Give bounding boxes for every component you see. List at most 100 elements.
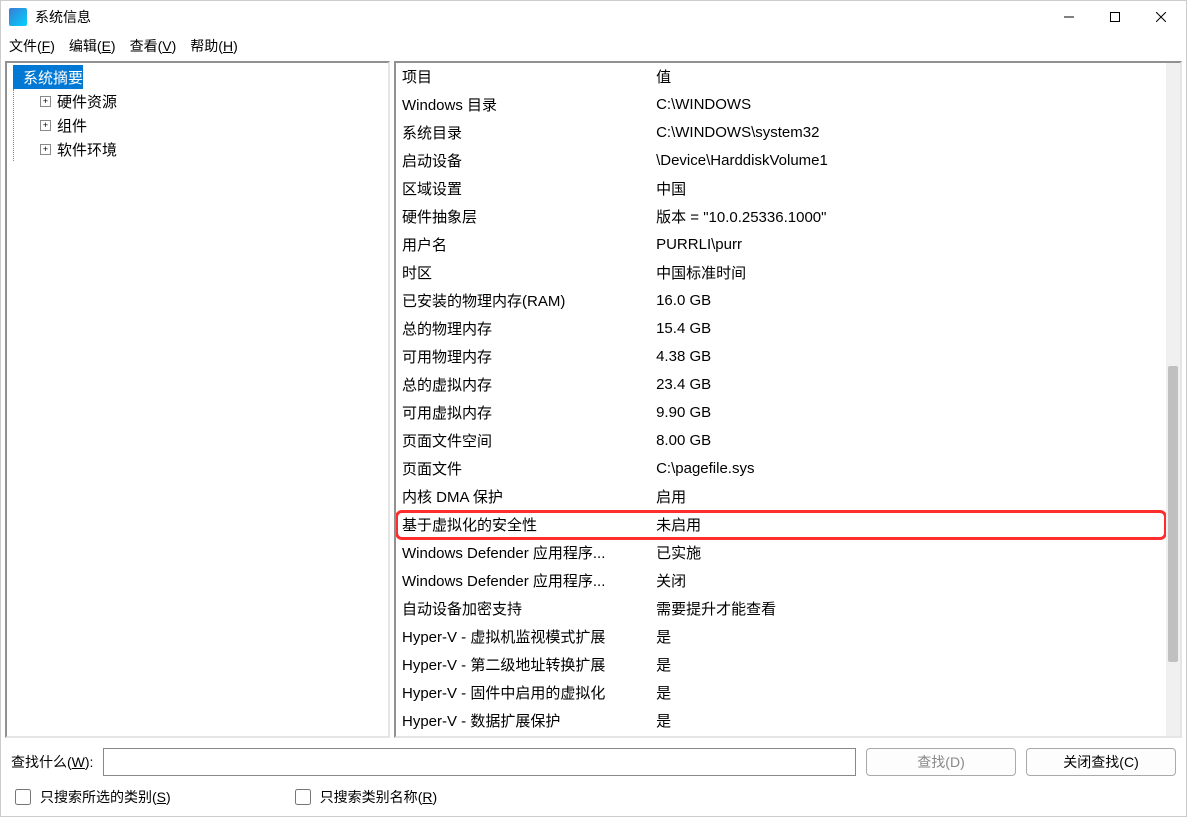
cell-item: 页面文件 xyxy=(396,455,650,483)
tree-item[interactable]: + 硬件资源 xyxy=(24,89,388,113)
close-icon xyxy=(1156,12,1166,22)
close-find-button[interactable]: 关闭查找(C) xyxy=(1026,748,1176,776)
cell-value: 需要提升才能查看 xyxy=(650,595,1166,623)
cell-value: \Device\HarddiskVolume1 xyxy=(650,147,1166,175)
window-title: 系统信息 xyxy=(35,7,1046,27)
menu-file[interactable]: 文件(F) xyxy=(9,36,55,56)
tree-item[interactable]: + 组件 xyxy=(24,113,388,137)
window-frame: 系统信息 文件(F) 编辑(E) 查看(V) 帮助(H) 系统摘要 +硬件资源+… xyxy=(0,0,1187,817)
cell-value: 是 xyxy=(650,651,1166,679)
menu-bar: 文件(F) 编辑(E) 查看(V) 帮助(H) xyxy=(1,33,1186,59)
table-row[interactable]: 自动设备加密支持需要提升才能查看 xyxy=(396,595,1166,623)
cell-item: 内核 DMA 保护 xyxy=(396,483,650,511)
tree-root[interactable]: 系统摘要 xyxy=(13,65,83,89)
tree-item-label: 硬件资源 xyxy=(57,91,117,112)
cell-item: 可用物理内存 xyxy=(396,343,650,371)
find-button[interactable]: 查找(D) xyxy=(866,748,1016,776)
table-row[interactable]: 总的物理内存15.4 GB xyxy=(396,315,1166,343)
chk-selected-category[interactable]: 只搜索所选的类别(S) xyxy=(11,786,171,808)
cell-value: 8.00 GB xyxy=(650,427,1166,455)
cell-value: C:\pagefile.sys xyxy=(650,455,1166,483)
table-row[interactable]: Hyper-V - 第二级地址转换扩展是 xyxy=(396,651,1166,679)
menu-view[interactable]: 查看(V) xyxy=(130,36,177,56)
tree-pane[interactable]: 系统摘要 + 硬件资源 + 组件+软件环境 xyxy=(5,61,390,738)
table-row[interactable]: 区域设置中国 xyxy=(396,175,1166,203)
cell-item: Windows 目录 xyxy=(396,91,650,119)
minimize-button[interactable] xyxy=(1046,2,1092,32)
cell-value: 23.4 GB xyxy=(650,371,1166,399)
cell-item: Hyper-V - 数据扩展保护 xyxy=(396,707,650,735)
title-bar: 系统信息 xyxy=(1,1,1186,33)
table-row[interactable]: Windows 目录C:\WINDOWS xyxy=(396,91,1166,119)
tree-item[interactable]: +软件环境 xyxy=(24,137,388,161)
table-row[interactable]: 时区中国标准时间 xyxy=(396,259,1166,287)
cell-value: 是 xyxy=(650,623,1166,651)
cell-value: 15.4 GB xyxy=(650,315,1166,343)
minimize-icon xyxy=(1064,12,1074,22)
cell-item: 用户名 xyxy=(396,231,650,259)
app-icon xyxy=(9,8,27,26)
cell-item: Windows Defender 应用程序... xyxy=(396,539,650,567)
table-row[interactable]: 基于虚拟化的安全性未启用 xyxy=(396,511,1166,539)
search-input[interactable] xyxy=(103,748,856,776)
search-label: 查找什么(W): xyxy=(11,752,93,772)
header-item: 项目 xyxy=(396,63,650,91)
table-row[interactable]: 内核 DMA 保护启用 xyxy=(396,483,1166,511)
chk-category-name-only[interactable]: 只搜索类别名称(R) xyxy=(291,786,437,808)
cell-value: 关闭 xyxy=(650,567,1166,595)
cell-value: 中国 xyxy=(650,175,1166,203)
cell-item: 已安装的物理内存(RAM) xyxy=(396,287,650,315)
cell-value: 4.38 GB xyxy=(650,343,1166,371)
close-button[interactable] xyxy=(1138,2,1184,32)
expand-icon[interactable]: + xyxy=(40,144,51,155)
table-row[interactable]: 可用虚拟内存9.90 GB xyxy=(396,399,1166,427)
expand-icon[interactable]: + xyxy=(40,96,51,107)
chk-category-name-only-box[interactable] xyxy=(295,789,311,805)
detail-header[interactable]: 项目 值 xyxy=(396,63,1166,91)
tree-item-label: 组件 xyxy=(57,115,87,136)
cell-value: 版本 = "10.0.25336.1000" xyxy=(650,203,1166,231)
menu-help[interactable]: 帮助(H) xyxy=(190,36,237,56)
table-row[interactable]: 页面文件C:\pagefile.sys xyxy=(396,455,1166,483)
table-row[interactable]: 已安装的物理内存(RAM)16.0 GB xyxy=(396,287,1166,315)
cell-item: 总的虚拟内存 xyxy=(396,371,650,399)
chk-selected-category-box[interactable] xyxy=(15,789,31,805)
cell-item: 自动设备加密支持 xyxy=(396,595,650,623)
expand-icon[interactable]: + xyxy=(40,120,51,131)
cell-value: 16.0 GB xyxy=(650,287,1166,315)
cell-value: C:\WINDOWS xyxy=(650,91,1166,119)
cell-value: C:\WINDOWS\system32 xyxy=(650,119,1166,147)
detail-scroll[interactable]: 项目 值 Windows 目录C:\WINDOWS系统目录C:\WINDOWS\… xyxy=(396,63,1166,736)
cell-item: 总的物理内存 xyxy=(396,315,650,343)
cell-item: 时区 xyxy=(396,259,650,287)
table-row[interactable]: 可用物理内存4.38 GB xyxy=(396,343,1166,371)
table-row[interactable]: 硬件抽象层版本 = "10.0.25336.1000" xyxy=(396,203,1166,231)
vertical-scrollbar[interactable] xyxy=(1166,63,1180,736)
cell-item: 区域设置 xyxy=(396,175,650,203)
cell-value: 未启用 xyxy=(650,511,1166,539)
table-row[interactable]: 启动设备\Device\HarddiskVolume1 xyxy=(396,147,1166,175)
cell-item: 启动设备 xyxy=(396,147,650,175)
menu-edit[interactable]: 编辑(E) xyxy=(69,36,116,56)
scrollbar-thumb[interactable] xyxy=(1168,366,1178,662)
cell-item: 硬件抽象层 xyxy=(396,203,650,231)
cell-item: 系统目录 xyxy=(396,119,650,147)
cell-item: 页面文件空间 xyxy=(396,427,650,455)
table-row[interactable]: 用户名PURRLI\purr xyxy=(396,231,1166,259)
cell-value: 是 xyxy=(650,707,1166,735)
table-row[interactable]: Hyper-V - 数据扩展保护是 xyxy=(396,707,1166,735)
table-row[interactable]: Windows Defender 应用程序...关闭 xyxy=(396,567,1166,595)
cell-item: 基于虚拟化的安全性 xyxy=(396,511,650,539)
table-row[interactable]: Hyper-V - 虚拟机监视模式扩展是 xyxy=(396,623,1166,651)
cell-value: 启用 xyxy=(650,483,1166,511)
table-row[interactable]: 页面文件空间8.00 GB xyxy=(396,427,1166,455)
table-row[interactable]: Windows Defender 应用程序...已实施 xyxy=(396,539,1166,567)
maximize-button[interactable] xyxy=(1092,2,1138,32)
maximize-icon xyxy=(1110,12,1120,22)
cell-item: Hyper-V - 虚拟机监视模式扩展 xyxy=(396,623,650,651)
table-row[interactable]: 总的虚拟内存23.4 GB xyxy=(396,371,1166,399)
content-area: 系统摘要 + 硬件资源 + 组件+软件环境 项目 值 Windows 目录C:\WIN… xyxy=(1,59,1186,742)
table-row[interactable]: Hyper-V - 固件中启用的虚拟化是 xyxy=(396,679,1166,707)
table-row[interactable]: 系统目录C:\WINDOWS\system32 xyxy=(396,119,1166,147)
cell-value: 已实施 xyxy=(650,539,1166,567)
